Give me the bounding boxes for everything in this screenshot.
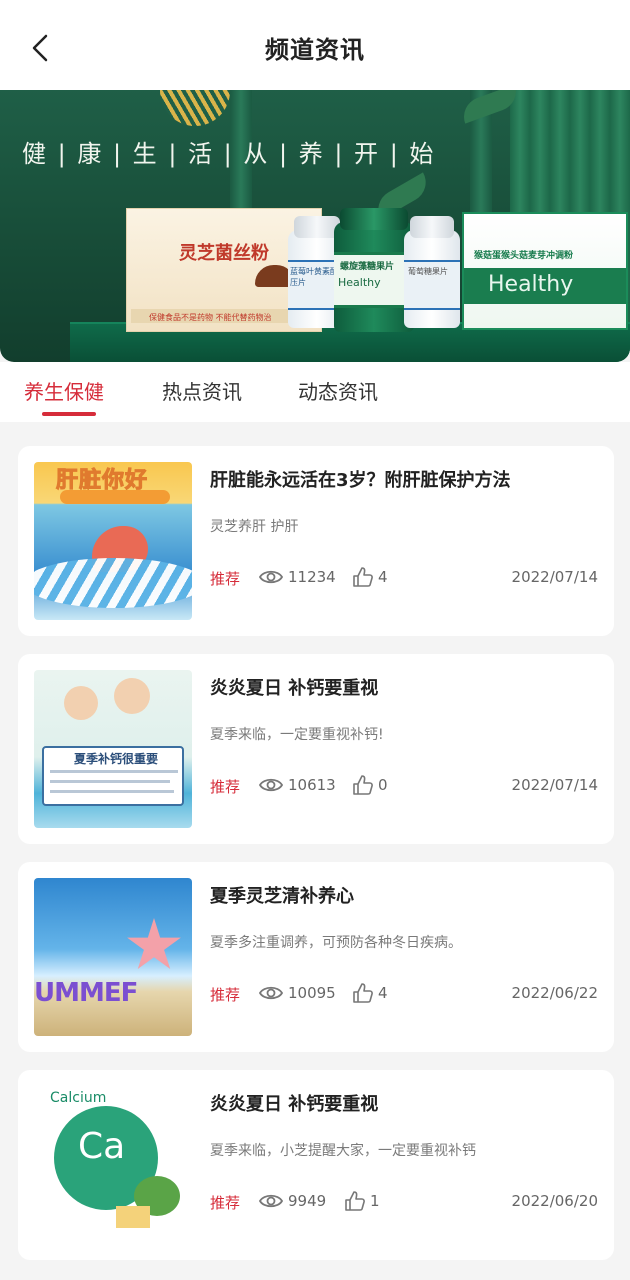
- product-name: 灵芝菌丝粉: [179, 243, 269, 264]
- article-subtitle: 夏季多注重调养，可预防各种冬日疾病。: [210, 935, 462, 951]
- starfish-illustration: [127, 918, 181, 969]
- text-line: [50, 780, 170, 783]
- category-tabs: 养生保健 热点资讯 动态资讯: [0, 362, 630, 422]
- thumbnail-panel: 夏季补钙很重要: [42, 746, 184, 806]
- thumbnail-caption: Calcium: [50, 1090, 107, 1106]
- wave-illustration: [34, 558, 192, 608]
- view-count: 10613: [288, 776, 336, 794]
- eye-icon: [258, 982, 284, 1004]
- article-card[interactable]: 肝脏你好 肝脏能永远活在3岁？附肝脏保护方法 灵芝养肝 护肝 推荐 11234 …: [18, 446, 614, 636]
- recommend-tag: 推荐: [210, 1194, 241, 1212]
- like-count: 1: [370, 1192, 380, 1210]
- thumbnail-text: 夏季补钙很重要: [74, 752, 159, 766]
- recommend-tag: 推荐: [210, 570, 241, 588]
- article-meta: 推荐 10095 4 2022/06/22: [210, 982, 598, 1006]
- like-count: 4: [378, 568, 388, 586]
- article-date: 2022/07/14: [511, 776, 598, 794]
- article-meta: 推荐 9949 1 2022/06/20: [210, 1190, 598, 1214]
- eye-icon: [258, 774, 284, 796]
- article-meta: 推荐 11234 4 2022/07/14: [210, 566, 598, 590]
- tab-health-care[interactable]: 养生保健: [24, 376, 104, 405]
- thumbs-up-icon[interactable]: [352, 982, 374, 1004]
- article-subtitle: 夏季来临，小芝提醒大家，一定要重视补钙: [210, 1143, 476, 1159]
- article-meta: 推荐 10613 0 2022/07/14: [210, 774, 598, 798]
- promo-banner[interactable]: 健 | 康 | 生 | 活 | 从 | 养 | 开 | 始 灵芝菌丝粉 保健食品…: [0, 90, 630, 362]
- article-card[interactable]: UMMEF 夏季灵芝清补养心 夏季多注重调养，可预防各种冬日疾病。 推荐 100…: [18, 862, 614, 1052]
- view-count: 9949: [288, 1192, 327, 1210]
- article-date: 2022/06/20: [511, 1192, 598, 1210]
- text-line: [50, 770, 178, 773]
- article-card[interactable]: Calcium Ca 炎炎夏日 补钙要重视 夏季来临，小芝提醒大家，一定要重视补…: [18, 1070, 614, 1260]
- bottle-label: 葡萄糖果片: [404, 260, 460, 310]
- article-title: 炎炎夏日 补钙要重视: [210, 1094, 379, 1115]
- product-name: 猴菇蛋猴头菇麦芽冲调粉: [474, 251, 574, 261]
- banner-slogan: 健 | 康 | 生 | 活 | 从 | 养 | 开 | 始: [22, 140, 436, 168]
- bottle-cap: [340, 208, 408, 230]
- product-notice: 保健食品不是药物 不能代替药物治: [149, 313, 272, 322]
- article-thumbnail: 夏季补钙很重要: [34, 670, 192, 828]
- thumbs-up-icon[interactable]: [344, 1190, 366, 1212]
- person-illustration: [64, 686, 98, 720]
- like-count: 0: [378, 776, 388, 794]
- eye-icon: [258, 566, 284, 588]
- recommend-tag: 推荐: [210, 986, 241, 1004]
- article-title: 炎炎夏日 补钙要重视: [210, 678, 379, 699]
- product-bottle-spirulina: 螺旋藻糖果片 Healthy: [334, 208, 414, 332]
- product-bottle-grape: 葡萄糖果片: [404, 216, 460, 328]
- bottle-brand-text: Healthy: [338, 276, 381, 289]
- article-date: 2022/07/14: [511, 568, 598, 586]
- bottle-label: 螺旋藻糖果片 Healthy: [334, 252, 414, 308]
- bottle-cap: [410, 216, 454, 238]
- thumbs-up-icon[interactable]: [352, 774, 374, 796]
- eye-icon: [258, 1190, 284, 1212]
- article-subtitle: 夏季来临，一定要重视补钙!: [210, 727, 384, 743]
- product-box-houtougu: 猴菇蛋猴头菇麦芽冲调粉 Healthy: [462, 212, 628, 330]
- tab-hot-news[interactable]: 热点资讯: [162, 376, 242, 405]
- product-brand: Healthy: [488, 272, 574, 297]
- person-illustration: [114, 678, 150, 714]
- view-count: 10095: [288, 984, 336, 1002]
- page-title: 频道资讯: [265, 36, 365, 64]
- recommend-tag: 推荐: [210, 778, 241, 796]
- article-title: 肝脏能永远活在3岁？附肝脏保护方法: [210, 470, 511, 491]
- thumbnail-text: Ca: [78, 1126, 126, 1167]
- tab-dynamic-news[interactable]: 动态资讯: [298, 376, 378, 405]
- article-card[interactable]: 夏季补钙很重要 炎炎夏日 补钙要重视 夏季来临，一定要重视补钙! 推荐 1061…: [18, 654, 614, 844]
- bottle-label-text: 螺旋藻糖果片: [340, 262, 395, 272]
- bottle-label-text: 葡萄糖果片: [408, 267, 448, 276]
- article-date: 2022/06/22: [511, 984, 598, 1002]
- thumbs-up-icon[interactable]: [352, 566, 374, 588]
- cheese-illustration: [116, 1206, 150, 1228]
- article-title: 夏季灵芝清补养心: [210, 886, 354, 907]
- article-thumbnail: Calcium Ca: [34, 1086, 192, 1244]
- view-count: 11234: [288, 568, 336, 586]
- thumbnail-banner: [60, 490, 170, 504]
- article-subtitle: 灵芝养肝 护肝: [210, 519, 299, 535]
- article-thumbnail: 肝脏你好: [34, 462, 192, 620]
- banner-fan-decoration: [160, 90, 230, 126]
- like-count: 4: [378, 984, 388, 1002]
- thumbnail-text: UMMEF: [34, 978, 138, 1008]
- text-line: [50, 790, 174, 793]
- top-bar: 频道资讯: [0, 0, 630, 90]
- article-thumbnail: UMMEF: [34, 878, 192, 1036]
- active-tab-indicator: [42, 412, 96, 416]
